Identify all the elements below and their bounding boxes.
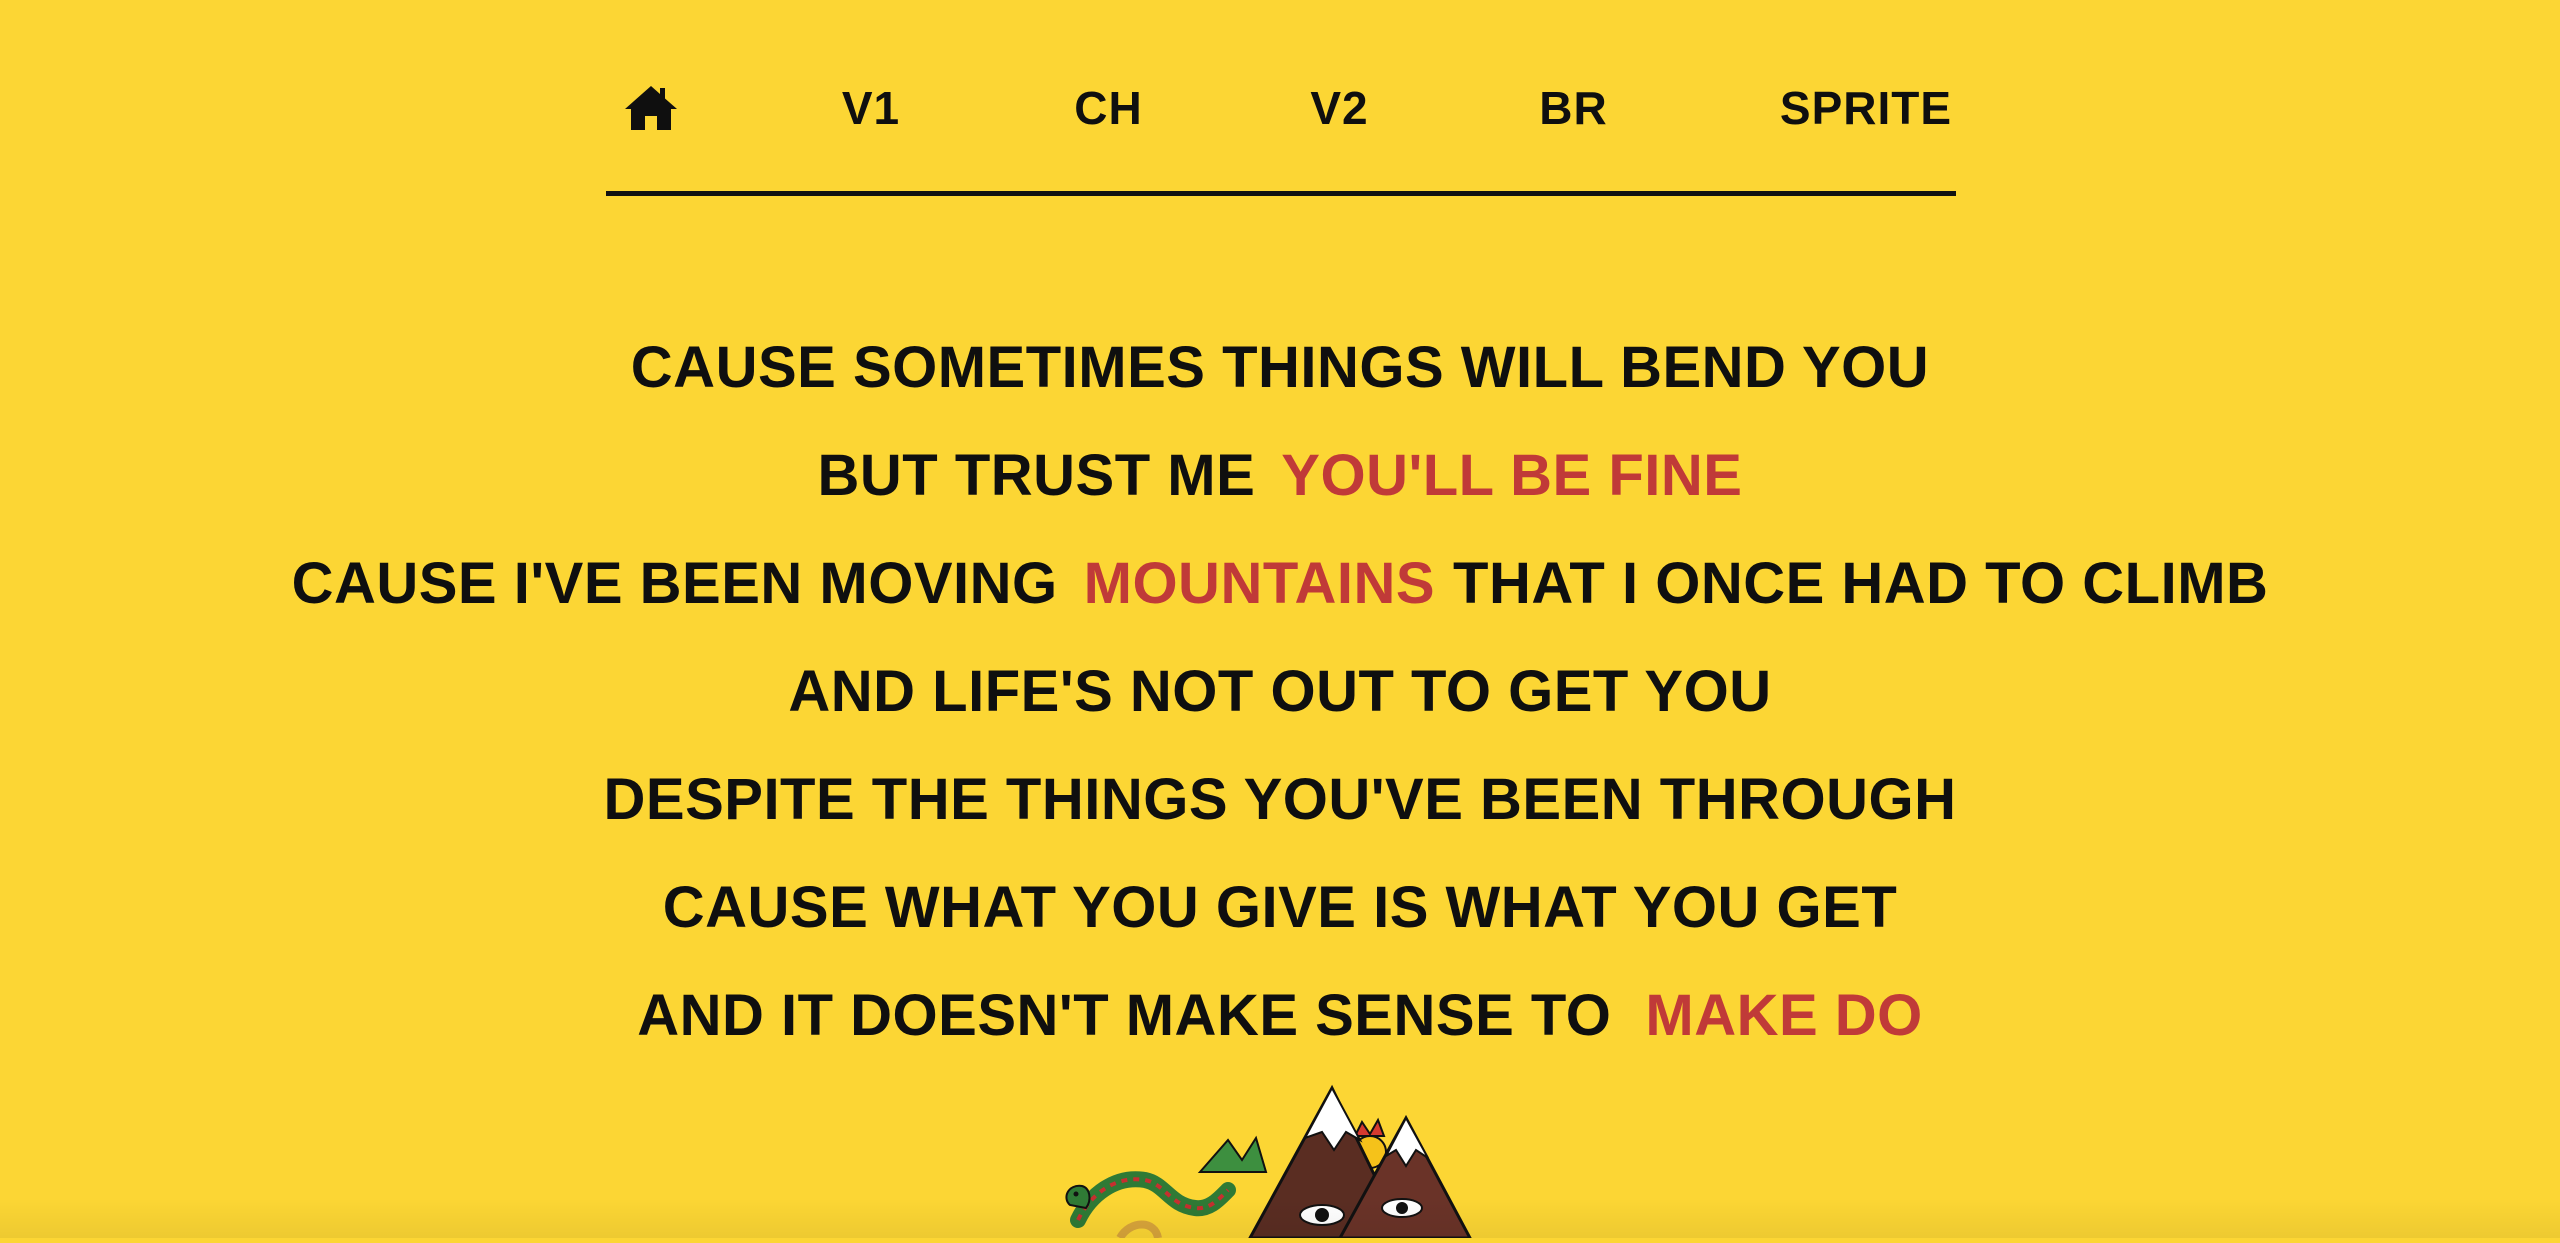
nav-item-v1[interactable]: V1 bbox=[826, 70, 916, 146]
lyric-text: AND IT DOESN'T MAKE SENSE TO bbox=[637, 982, 1612, 1048]
nav-item-v2[interactable]: V2 bbox=[1292, 70, 1387, 146]
lyric-text: DESPITE THE THINGS YOU'VE BEEN THROUGH bbox=[603, 766, 1957, 832]
lyric-line-5: DESPITE THE THINGS YOU'VE BEEN THROUGH bbox=[0, 745, 2560, 853]
lyric-line-4: AND LIFE'S NOT OUT TO GET YOU bbox=[0, 637, 2560, 745]
lyric-text: CAUSE SOMETIMES THINGS WILL BEND YOU bbox=[630, 334, 1930, 400]
lyrics-block: CAUSE SOMETIMES THINGS WILL BEND YOU BUT… bbox=[0, 313, 2560, 1069]
lyric-line-3: CAUSE I'VE BEEN MOVING MOUNTAINS THAT I … bbox=[0, 529, 2560, 637]
nav-home-link[interactable] bbox=[616, 70, 686, 146]
lyric-text: CAUSE WHAT YOU GIVE IS WHAT YOU GET bbox=[662, 874, 1898, 940]
lyric-line-6: CAUSE WHAT YOU GIVE IS WHAT YOU GET bbox=[0, 853, 2560, 961]
nav-item-br[interactable]: BR bbox=[1526, 70, 1621, 146]
lyric-text: BUT TRUST ME bbox=[817, 442, 1256, 508]
lyric-text: CAUSE I'VE BEEN MOVING bbox=[291, 550, 1058, 616]
lyric-line-1: CAUSE SOMETIMES THINGS WILL BEND YOU bbox=[0, 313, 2560, 421]
nav-divider bbox=[606, 191, 1956, 196]
lyric-highlight: YOU'LL BE FINE bbox=[1281, 442, 1743, 508]
lyric-line-7: AND IT DOESN'T MAKE SENSE TO MAKE DO bbox=[0, 961, 2560, 1069]
nav-item-ch[interactable]: CH bbox=[1056, 70, 1161, 146]
home-icon bbox=[625, 86, 677, 130]
top-nav: V1 CH V2 BR SPRITE bbox=[606, 58, 1956, 198]
page: V1 CH V2 BR SPRITE CAUSE SOMETIMES THING… bbox=[0, 0, 2560, 1241]
lyric-text: AND LIFE'S NOT OUT TO GET YOU bbox=[788, 658, 1772, 724]
lyric-highlight: MAKE DO bbox=[1645, 982, 1923, 1048]
dragon-mountains-illustration bbox=[1060, 1080, 1480, 1241]
lyric-highlight: MOUNTAINS bbox=[1083, 550, 1436, 616]
nav-item-sprite[interactable]: SPRITE bbox=[1756, 70, 1976, 146]
lyric-line-2: BUT TRUST ME YOU'LL BE FINE bbox=[0, 421, 2560, 529]
lyric-text: THAT I ONCE HAD TO CLIMB bbox=[1453, 550, 2269, 616]
